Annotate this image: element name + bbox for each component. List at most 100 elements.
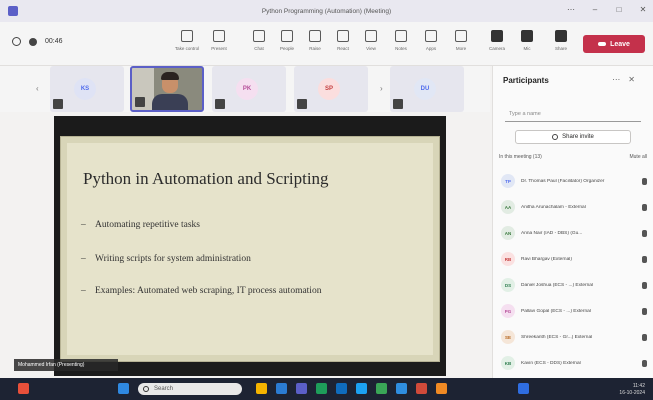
participant-row[interactable]: SE Shreekanth (ECS - Gr...) External (501, 328, 647, 346)
meeting-status: 00:46 (12, 37, 63, 46)
avatar: AA (501, 200, 515, 214)
person-body (152, 94, 188, 110)
mic-icon (642, 203, 647, 211)
close-icon[interactable]: ✕ (639, 6, 647, 14)
mic-muted-icon (135, 97, 145, 107)
mute-all-button[interactable]: Mute all (629, 154, 647, 160)
raise-button[interactable]: Raise (302, 30, 328, 51)
participant-name: Shreekanth (ECS - Gr...) External (521, 334, 593, 340)
participant-row[interactable]: AA Anitha Arunachalam - External (501, 198, 647, 216)
mic-muted-icon (393, 99, 403, 109)
slide-title: Python in Automation and Scripting (83, 169, 329, 188)
apps-button[interactable]: Apps (418, 30, 444, 51)
participant-name: Pallavi Gopal (ECS - ...) External (521, 308, 591, 314)
excel-icon[interactable] (316, 383, 327, 394)
leave-button[interactable]: Leave (583, 35, 645, 53)
more-button[interactable]: More (448, 30, 474, 51)
store-icon[interactable] (396, 383, 407, 394)
close-panel-icon[interactable]: ✕ (628, 75, 643, 84)
mic-icon (642, 177, 647, 185)
maximize-icon[interactable]: □ (615, 6, 623, 14)
mic-icon (642, 359, 647, 367)
participant-row[interactable]: TP Dr. Thomas Paul (Facilitator) Organize… (501, 172, 647, 190)
outlook-icon[interactable] (356, 383, 367, 394)
participants-panel: Participants ⋯✕ Type a name Share invite… (492, 66, 653, 378)
in-meeting-section[interactable]: In this meeting (13) Mute all (499, 154, 647, 160)
minimize-icon[interactable]: – (591, 6, 599, 14)
take-control-button[interactable]: Take control (174, 30, 200, 51)
participant-row[interactable]: KB Kavin (ECS - DDS) External (501, 354, 647, 372)
participant-row[interactable]: AN Anna Nair (IAD - DBS) (Gu... (501, 224, 647, 242)
teams-icon[interactable] (296, 383, 307, 394)
meeting-timer: 00:46 (45, 38, 63, 45)
participant-name: Anitha Arunachalam - External (521, 204, 586, 210)
taskbar-search-input[interactable]: Search (138, 383, 242, 395)
toolbar-button-label: Raise (309, 46, 321, 51)
participant-name: Daniel Joshua (ECS - ...) External (521, 282, 593, 288)
participant-row[interactable]: RB Ravi Bhargav (External) (501, 250, 647, 268)
window-controls: ⋯ – □ ✕ (567, 6, 647, 14)
share-button[interactable]: Share (548, 30, 574, 51)
chevron-left-icon[interactable]: ‹ (36, 84, 39, 93)
avatar: PG (501, 304, 515, 318)
title-bar: Python Programming (Automation) (Meeting… (0, 0, 653, 22)
present-icon (213, 30, 225, 42)
share-invite-button[interactable]: Share invite (515, 130, 631, 144)
participant-avatar-tile[interactable]: PK (212, 66, 286, 112)
mic-icon (642, 333, 647, 341)
more-options-icon[interactable]: ⋯ (567, 6, 575, 14)
pop-out-icon[interactable]: ⋯ (612, 75, 628, 84)
mic-icon (642, 255, 647, 263)
react-button[interactable]: React (330, 30, 356, 51)
participant-video-tile[interactable] (130, 66, 204, 112)
present-button[interactable]: Present (206, 30, 232, 51)
mic-muted-icon (297, 99, 307, 109)
people-button[interactable]: People (274, 30, 300, 51)
powerpoint-icon[interactable] (416, 383, 427, 394)
participant-row[interactable]: PG Pallavi Gopal (ECS - ...) External (501, 302, 647, 320)
office-app-icon[interactable] (18, 383, 29, 394)
avatar: SP (318, 78, 340, 100)
share-icon (555, 30, 567, 42)
participant-video-strip: ‹ KS PK SP DU › (0, 66, 490, 112)
avatar: AN (501, 226, 515, 240)
search-icon (143, 386, 149, 392)
participant-name: Dr. Thomas Paul (Facilitator) Organizer (521, 178, 605, 184)
app-icon[interactable] (436, 383, 447, 394)
shield-icon[interactable] (12, 37, 21, 46)
edge-icon[interactable] (276, 383, 287, 394)
chat-button[interactable]: Chat (246, 30, 272, 51)
toolbar-button-label: View (366, 46, 376, 51)
people-icon (281, 30, 293, 42)
participant-search-input[interactable]: Type a name (505, 108, 641, 122)
system-clock[interactable]: 11:42 16-10-2024 (619, 384, 645, 396)
avatar: PK (236, 78, 258, 100)
share-invite-label: Share invite (562, 134, 594, 140)
slide-bullet: Examples: Automated web scraping, IT pro… (81, 285, 395, 298)
mic-button[interactable]: Mic (514, 30, 540, 51)
participant-name: Kavin (ECS - DDS) External (521, 360, 581, 366)
react-icon (337, 30, 349, 42)
participant-avatar-tile[interactable]: KS (50, 66, 124, 112)
window-title: Python Programming (Automation) (Meeting… (261, 7, 392, 15)
word-icon[interactable] (336, 383, 347, 394)
camera-icon (491, 30, 503, 42)
participant-avatar-tile[interactable]: DU (390, 66, 464, 112)
section-label: In this meeting (13) (499, 154, 542, 160)
participant-row[interactable]: DS Daniel Joshua (ECS - ...) External (501, 276, 647, 294)
notes-button[interactable]: Notes (388, 30, 414, 51)
notes-icon (395, 30, 407, 42)
chrome-icon[interactable] (376, 383, 387, 394)
camera-button[interactable]: Camera (484, 30, 510, 51)
view-button[interactable]: View (358, 30, 384, 51)
mic-icon (642, 281, 647, 289)
panel-title: Participants (503, 76, 549, 85)
start-icon[interactable] (118, 383, 129, 394)
file-explorer-icon[interactable] (256, 383, 267, 394)
network-icon[interactable] (518, 383, 529, 394)
participant-avatar-tile[interactable]: SP (294, 66, 368, 112)
chevron-right-icon[interactable]: › (380, 84, 383, 93)
person-hair (161, 72, 179, 80)
panel-controls: ⋯✕ (612, 75, 643, 84)
toolbar-button-label: Apps (425, 46, 437, 51)
